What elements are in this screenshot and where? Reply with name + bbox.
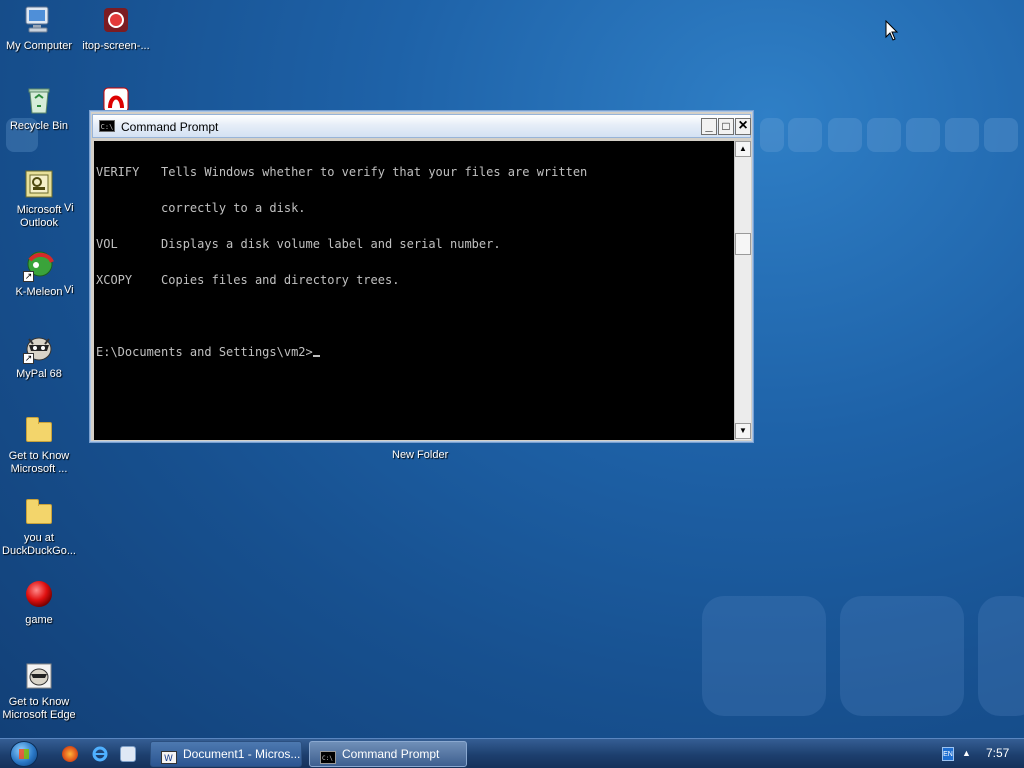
desktop-icon-get-to-know-microsoft[interactable]: Get to Know Microsoft ...	[0, 414, 78, 476]
mypal-icon: ↗	[23, 332, 55, 364]
bg-square	[867, 118, 901, 152]
taskbar-button-label: Command Prompt	[342, 747, 440, 761]
console-line: VERIFY Tells Windows whether to verify t…	[96, 165, 588, 179]
game-icon	[23, 578, 55, 610]
desktop-icon-microsoft-outlook[interactable]: Microsoft Outlook	[0, 168, 78, 230]
console-line: VOL Displays a disk volume label and ser…	[96, 237, 501, 251]
bg-square	[702, 596, 826, 716]
console-prompt: E:\Documents and Settings\vm2>	[96, 345, 313, 359]
desktop-icon-label: MyPal 68	[16, 368, 62, 380]
desktop-icon-get-to-know-microsoft-edge[interactable]: Get to Know Microsoft Edge	[0, 660, 78, 722]
minimize-button[interactable]: _	[701, 118, 717, 135]
bg-square	[828, 118, 862, 152]
cmd-icon: C:\	[320, 748, 336, 764]
desktop-icon-you-at-duckduckgo[interactable]: you at DuckDuckGo...	[0, 496, 78, 558]
scroll-thumb[interactable]	[735, 233, 751, 255]
clock[interactable]: 7:57	[986, 746, 1009, 760]
scroll-up-button[interactable]: ▲	[735, 141, 751, 157]
bg-square	[788, 118, 822, 152]
bg-square	[984, 118, 1018, 152]
console-prompt-line[interactable]: E:\Documents and Settings\vm2>	[96, 346, 732, 358]
bg-square	[978, 596, 1024, 716]
mouse-pointer-icon	[885, 20, 899, 41]
scroll-down-button[interactable]: ▼	[735, 423, 751, 439]
svg-text:C:\: C:\	[322, 755, 333, 762]
desktop-icon-itop-screen[interactable]: itop-screen-...	[77, 4, 155, 53]
desktop-icon-game[interactable]: game	[0, 578, 78, 627]
desktop-icon-mypal[interactable]: ↗ MyPal 68	[0, 332, 78, 381]
start-button[interactable]	[10, 741, 38, 767]
desktop-icon-label: My Computer	[5, 40, 73, 52]
desktop-icon-label: game	[25, 614, 53, 626]
bg-square	[945, 118, 979, 152]
computer-icon	[23, 4, 55, 36]
bg-square	[906, 118, 940, 152]
shortcut-arrow-icon: ↗	[23, 271, 34, 282]
taskbar-button-document1[interactable]: W Document1 - Micros...	[150, 741, 302, 767]
shortcut-arrow-icon: ↗	[23, 353, 34, 364]
language-indicator[interactable]: EN	[942, 747, 954, 761]
console-line: XCOPY Copies files and directory trees.	[96, 273, 400, 287]
show-hidden-icons-button[interactable]: ▲	[962, 748, 971, 758]
outlook-icon	[23, 168, 55, 200]
folder-icon	[23, 414, 55, 446]
mypal-icon	[23, 660, 55, 692]
explorer-quicklaunch-icon[interactable]	[120, 746, 136, 762]
desktop-icon-label: Get to Know Microsoft Edge	[2, 696, 76, 721]
k-meleon-icon: ↗	[23, 250, 55, 282]
desktop-icon-label: itop-screen-...	[82, 40, 150, 52]
maximize-button[interactable]: □	[718, 118, 734, 135]
recycle-bin-icon	[23, 84, 55, 116]
cmd-icon: C:\	[99, 120, 115, 132]
desktop-icon-my-computer[interactable]: My Computer	[0, 4, 78, 53]
command-prompt-window[interactable]: C:\ Command Prompt _ □ × VERIFY Tells Wi…	[89, 110, 754, 443]
desktop-icon-label: Get to Know Microsoft ...	[8, 450, 70, 475]
taskbar-button-label: Document1 - Micros...	[183, 747, 301, 761]
desktop-icon-recycle-bin[interactable]: Recycle Bin	[0, 84, 78, 133]
firefox-quicklaunch-icon[interactable]	[62, 746, 78, 762]
svg-text:W: W	[164, 754, 173, 764]
desktop-icon-label: Recycle Bin	[9, 120, 69, 132]
bg-square	[840, 596, 964, 716]
taskbar: W Document1 - Micros... C:\ Command Prom…	[0, 738, 1024, 768]
taskbar-button-command-prompt[interactable]: C:\ Command Prompt	[309, 741, 467, 767]
close-button[interactable]: ×	[735, 118, 751, 135]
window-title: Command Prompt	[121, 120, 219, 134]
folder-icon	[23, 496, 55, 528]
bg-square	[760, 118, 784, 152]
window-titlebar[interactable]: C:\ Command Prompt _ □ ×	[92, 114, 751, 138]
desktop-icon-label-new-folder[interactable]: New Folder	[392, 449, 448, 461]
ie-quicklaunch-icon[interactable]	[92, 746, 108, 762]
word-document-icon: W	[161, 748, 177, 764]
console-output[interactable]: VERIFY Tells Windows whether to verify t…	[94, 141, 734, 440]
text-cursor	[312, 355, 320, 357]
vertical-scrollbar[interactable]: ▲ ▼	[734, 141, 751, 440]
console-line: correctly to a disk.	[96, 201, 306, 215]
recorder-app-icon	[100, 4, 132, 36]
desktop-icon-label: you at DuckDuckGo...	[2, 532, 76, 557]
